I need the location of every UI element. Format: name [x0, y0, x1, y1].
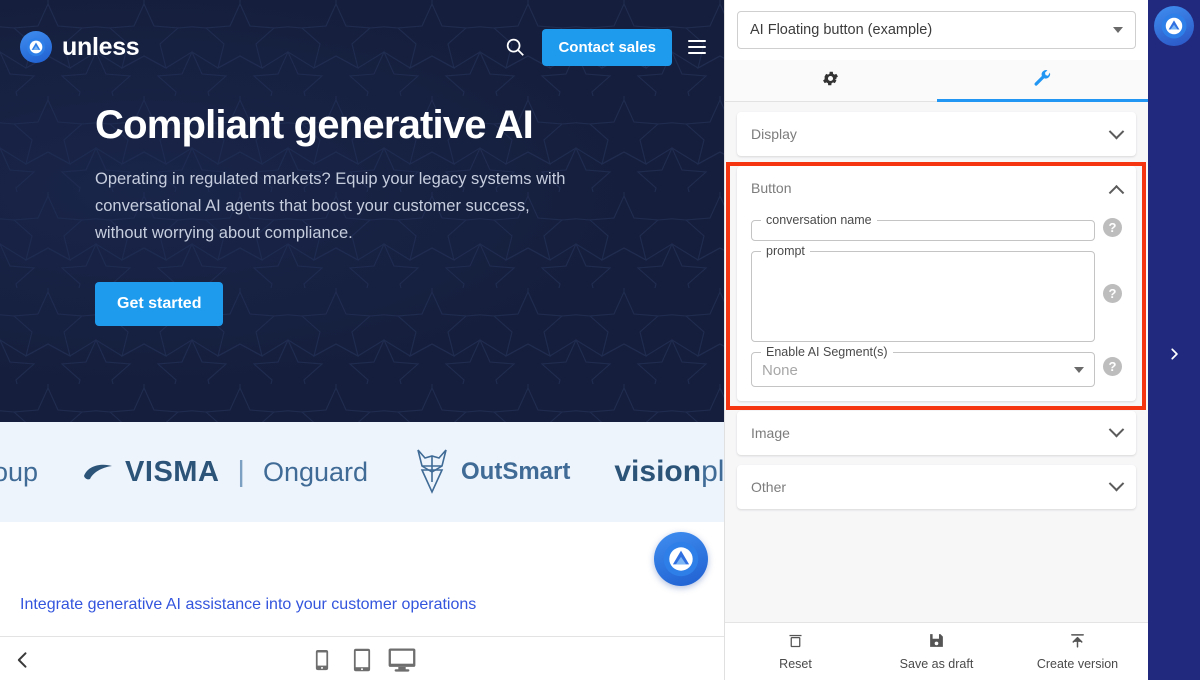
visma-bean-icon — [84, 464, 113, 480]
partner-logo-visma: VISMA | Onguard — [82, 456, 368, 489]
chevron-down-icon — [1108, 123, 1125, 139]
hamburger-menu-icon[interactable] — [688, 40, 706, 54]
segments-label: Enable AI Segment(s) — [766, 345, 888, 359]
help-icon[interactable]: ? — [1103, 284, 1122, 303]
segments-select-value: None — [762, 361, 798, 379]
chevron-down-icon — [1108, 421, 1125, 438]
hero-subtitle: Operating in regulated markets? Equip yo… — [95, 170, 566, 242]
website-preview: unless Contact sales Compliant generativ… — [0, 0, 724, 680]
conversation-name-input[interactable]: conversation name — [751, 214, 1095, 241]
chevron-down-icon — [1108, 475, 1125, 492]
panel-footer: Reset Save as draft Create version — [725, 622, 1148, 680]
section-heading-link[interactable]: Integrate generative AI assistance into … — [20, 596, 476, 614]
settings-panel: AI Floating button (example) Display But… — [724, 0, 1148, 680]
tab-tools[interactable] — [936, 60, 1149, 102]
panel-tabs — [725, 60, 1148, 102]
search-icon[interactable] — [504, 36, 526, 58]
conversation-name-label: conversation name — [766, 213, 872, 227]
section-other: Other — [737, 464, 1136, 509]
section-button-body: conversation name ? prompt ? Enable AI S… — [737, 214, 1136, 401]
section-image: Image — [737, 410, 1136, 455]
upload-icon — [1069, 632, 1086, 654]
segments-select[interactable]: Enable AI Segment(s) None — [751, 346, 1095, 387]
prompt-textarea[interactable]: prompt — [751, 245, 1095, 342]
partner-logo-label: OutSmart — [461, 458, 571, 485]
segments-select-inner: None — [752, 359, 1094, 386]
reset-button[interactable]: Reset — [725, 632, 866, 671]
panel-sections: Display Button conversation name ? promp… — [725, 102, 1148, 622]
rail-logo-glyph — [1161, 13, 1187, 39]
section-display: Display — [737, 112, 1136, 156]
save-icon — [928, 632, 945, 654]
unless-logo-icon — [20, 31, 52, 63]
tablet-icon[interactable] — [347, 646, 377, 674]
wrench-icon — [1033, 69, 1052, 93]
device-preview-bar — [0, 636, 724, 680]
unless-mark-glyph — [26, 37, 46, 57]
chevron-up-icon — [1108, 184, 1125, 201]
navbar-right-group: Contact sales — [504, 28, 706, 66]
section-other-header[interactable]: Other — [737, 465, 1136, 509]
contact-sales-button[interactable]: Contact sales — [542, 28, 672, 66]
panel-header: AI Floating button (example) — [725, 0, 1148, 60]
create-version-button[interactable]: Create version — [1007, 632, 1148, 671]
app-root: unless Contact sales Compliant generativ… — [0, 0, 1200, 680]
section-title: Button — [751, 180, 792, 196]
hero-title: Compliant generative AI — [95, 103, 534, 147]
save-as-draft-label: Save as draft — [899, 657, 974, 671]
field-row-conversation-name: conversation name ? — [751, 214, 1122, 241]
tab-settings[interactable] — [725, 60, 937, 101]
get-started-button[interactable]: Get started — [95, 282, 224, 327]
desktop-icon[interactable] — [387, 646, 417, 674]
chevron-down-icon — [1074, 367, 1084, 373]
hero-section: unless Contact sales Compliant generativ… — [0, 0, 724, 422]
create-version-label: Create version — [1036, 657, 1119, 671]
partner-logo-strip: roup VISMA | Onguard OutSmart visionpl — [0, 422, 724, 522]
partner-logo-outsmart: OutSmart — [412, 446, 570, 498]
save-as-draft-button[interactable]: Save as draft — [866, 632, 1007, 671]
partner-logo-visionplanner: visionpla — [614, 455, 724, 489]
outsmart-fox-icon — [417, 449, 447, 494]
ai-floating-glyph — [663, 541, 699, 577]
help-icon[interactable]: ? — [1103, 356, 1122, 376]
partner-logo-group: roup — [0, 457, 38, 488]
chevron-left-icon[interactable] — [10, 647, 36, 673]
unless-logo-icon[interactable] — [1154, 6, 1194, 46]
section-button-header[interactable]: Button — [737, 166, 1136, 210]
brand-name-label: unless — [62, 32, 140, 61]
preview-lower-section: Integrate generative AI assistance into … — [0, 522, 724, 680]
partner-logo-label: roup — [0, 456, 39, 487]
site-navbar: unless Contact sales — [0, 0, 724, 94]
right-rail — [1148, 0, 1200, 680]
chevron-down-icon — [1113, 27, 1123, 33]
section-image-header[interactable]: Image — [737, 411, 1136, 455]
site-brand[interactable]: unless — [20, 31, 140, 63]
conversation-name-field: conversation name — [751, 214, 1095, 241]
section-display-header[interactable]: Display — [737, 112, 1136, 156]
partner-logo-label: visionpla — [614, 455, 724, 488]
ai-floating-button-icon[interactable] — [654, 532, 708, 586]
reset-label: Reset — [779, 657, 812, 671]
section-title: Other — [751, 478, 787, 495]
chevron-right-icon[interactable] — [1164, 344, 1184, 364]
component-select-value: AI Floating button (example) — [750, 22, 933, 38]
mobile-icon[interactable] — [307, 646, 337, 674]
gear-icon — [821, 69, 840, 93]
hero-content: Compliant generative AI Operating in reg… — [95, 103, 595, 327]
section-title: Display — [751, 126, 797, 142]
section-button: Button conversation name ? prompt ? Enab… — [737, 166, 1136, 401]
trash-icon — [787, 632, 804, 654]
section-title: Image — [751, 424, 790, 441]
field-row-segments: Enable AI Segment(s) None ? — [751, 346, 1122, 387]
logo-divider: | — [237, 455, 245, 488]
help-icon[interactable]: ? — [1103, 218, 1122, 237]
component-select[interactable]: AI Floating button (example) — [737, 11, 1136, 49]
partner-logo-label: VISMA — [125, 455, 220, 488]
field-row-prompt: prompt ? — [751, 245, 1122, 342]
partner-logo-label: Onguard — [262, 456, 369, 487]
segments-field: Enable AI Segment(s) None — [751, 346, 1095, 387]
prompt-field: prompt — [751, 245, 1095, 342]
prompt-label: prompt — [766, 244, 805, 258]
